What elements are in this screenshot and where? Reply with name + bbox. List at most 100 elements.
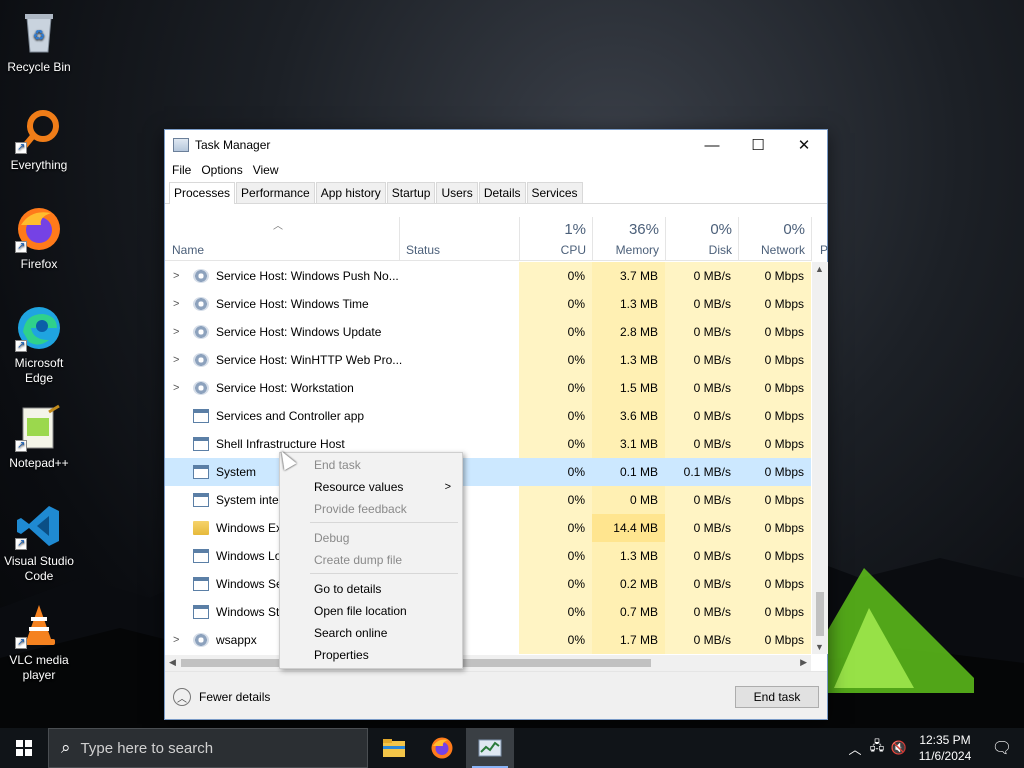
- taskbar: ⌕ Type here to search ︿ 🖧 🔇 12:35 PM 11/…: [0, 728, 1024, 768]
- process-name: wsappx: [216, 633, 257, 647]
- vertical-scroll-thumb[interactable]: [816, 592, 824, 636]
- column-header-status[interactable]: Status: [399, 217, 519, 261]
- title-bar[interactable]: Task Manager — ☐ ✕: [165, 130, 827, 160]
- fewer-details-toggle[interactable]: ︿ Fewer details: [173, 688, 270, 706]
- chevron-right-icon[interactable]: >: [173, 318, 179, 346]
- tab-details[interactable]: Details: [478, 182, 526, 203]
- table-row[interactable]: System 0% 0.1 MB 0.1 MB/s 0 Mbps: [165, 458, 811, 486]
- close-button[interactable]: ✕: [781, 130, 827, 160]
- table-row[interactable]: Windows Se 0% 0.2 MB 0 MB/s 0 Mbps: [165, 570, 811, 598]
- volume-muted-icon[interactable]: 🔇: [888, 740, 910, 756]
- context-menu-item-properties[interactable]: Properties: [281, 644, 461, 666]
- table-row[interactable]: Windows St 0% 0.7 MB 0 MB/s 0 Mbps: [165, 598, 811, 626]
- taskbar-file-explorer[interactable]: [370, 728, 418, 768]
- menu-file[interactable]: File: [167, 163, 196, 177]
- desktop-icon-firefox[interactable]: Firefox: [2, 205, 76, 272]
- maximize-button[interactable]: ☐: [735, 130, 781, 160]
- column-header-network[interactable]: 0% Network: [738, 217, 811, 261]
- service-gear-icon: [193, 325, 209, 339]
- taskbar-task-manager[interactable]: [466, 728, 514, 768]
- process-name-cell: > Service Host: Windows Push No...: [165, 262, 519, 290]
- chevron-right-icon[interactable]: >: [173, 290, 179, 318]
- process-name-cell: > Service Host: WinHTTP Web Pro...: [165, 346, 519, 374]
- taskbar-search-box[interactable]: ⌕ Type here to search: [48, 728, 368, 768]
- sort-up-icon: ︿: [273, 221, 283, 232]
- context-menu-item-go-to-details[interactable]: Go to details: [281, 578, 461, 600]
- process-name: Windows Se: [216, 577, 283, 591]
- table-row[interactable]: Windows Lo 0% 1.3 MB 0 MB/s 0 Mbps: [165, 542, 811, 570]
- disk-cell: 0 MB/s: [665, 570, 738, 598]
- horizontal-scrollbar[interactable]: ◀ ▶: [165, 655, 811, 671]
- scroll-left-icon[interactable]: ◀: [169, 657, 176, 668]
- column-header-cpu[interactable]: 1% CPU: [519, 217, 592, 261]
- desktop-icon-label: Recycle Bin: [7, 60, 71, 74]
- taskbar-clock[interactable]: 12:35 PM 11/6/2024: [910, 732, 980, 764]
- chevron-up-icon[interactable]: ︿: [844, 739, 866, 758]
- scroll-right-icon[interactable]: ▶: [800, 657, 807, 668]
- table-row[interactable]: > Service Host: WinHTTP Web Pro... 0% 1.3 M…: [165, 346, 811, 374]
- table-row[interactable]: > Service Host: Windows Push No... 0% 3.7 M…: [165, 262, 811, 290]
- disk-cell: 0 MB/s: [665, 290, 738, 318]
- taskbar-firefox[interactable]: [418, 728, 466, 768]
- recycle-bin-icon: ♻: [15, 8, 63, 56]
- scroll-down-icon[interactable]: ▼: [815, 642, 824, 652]
- column-header-disk[interactable]: 0% Disk: [665, 217, 738, 261]
- process-name: System: [216, 465, 257, 479]
- tab-performance[interactable]: Performance: [236, 182, 315, 203]
- start-button[interactable]: [0, 728, 48, 768]
- desktop-icon-notepadpp[interactable]: Notepad++: [2, 404, 76, 471]
- tab-app-history[interactable]: App history: [315, 182, 386, 203]
- table-row[interactable]: > Service Host: Windows Time 0% 1.3 MB 0 MB/…: [165, 290, 811, 318]
- cpu-cell: 0%: [519, 486, 592, 514]
- chevron-right-icon[interactable]: >: [173, 374, 179, 402]
- cpu-cell: 0%: [519, 626, 592, 654]
- notification-center-icon[interactable]: 🗨: [980, 738, 1024, 758]
- end-task-button[interactable]: End task: [735, 686, 819, 708]
- table-row[interactable]: Services and Controller app 0% 3.6 MB 0 MB/…: [165, 402, 811, 430]
- system-tray: ︿ 🖧 🔇 12:35 PM 11/6/2024 🗨: [844, 728, 1024, 768]
- context-menu-item-label: Search online: [314, 626, 388, 640]
- disk-cell: 0 MB/s: [665, 626, 738, 654]
- app-window-icon: [193, 549, 209, 563]
- context-menu-item-debug: Debug: [281, 527, 461, 549]
- chevron-right-icon[interactable]: >: [173, 346, 179, 374]
- desktop-icon-recycle-bin[interactable]: ♻ Recycle Bin: [2, 8, 76, 75]
- vertical-scrollbar[interactable]: ▲ ▼: [812, 262, 828, 654]
- disk-cell: 0.1 MB/s: [665, 458, 738, 486]
- chevron-right-icon[interactable]: >: [173, 626, 179, 654]
- desktop-icon-edge[interactable]: Microsoft Edge: [2, 304, 76, 386]
- table-row[interactable]: > Service Host: Workstation 0% 1.5 MB 0 MB/s…: [165, 374, 811, 402]
- scroll-up-icon[interactable]: ▲: [815, 264, 824, 274]
- table-row[interactable]: System inter 0% 0 MB 0 MB/s 0 Mbps: [165, 486, 811, 514]
- desktop-icon-everything[interactable]: Everything: [2, 106, 76, 173]
- task-manager-icon: [173, 138, 189, 152]
- table-row[interactable]: > Service Host: Windows Update 0% 2.8 MB 0 M…: [165, 318, 811, 346]
- window-title: Task Manager: [195, 138, 271, 152]
- table-row[interactable]: Shell Infrastructure Host 0% 3.1 MB 0 MB/s 0…: [165, 430, 811, 458]
- column-header-memory[interactable]: 36% Memory: [592, 217, 665, 261]
- chevron-right-icon[interactable]: >: [173, 262, 179, 290]
- tab-startup[interactable]: Startup: [386, 182, 436, 203]
- column-header-power-partial[interactable]: P: [811, 217, 828, 261]
- table-row[interactable]: Windows Ex 0% 14.4 MB 0 MB/s 0 Mbps: [165, 514, 811, 542]
- network-icon[interactable]: 🖧: [866, 737, 888, 759]
- menu-options[interactable]: Options: [196, 163, 247, 177]
- network-total-percent: 0%: [783, 221, 805, 238]
- tab-processes[interactable]: Processes: [169, 182, 236, 204]
- tab-services[interactable]: Services: [526, 182, 583, 203]
- context-menu-item-open-file-location[interactable]: Open file location: [281, 600, 461, 622]
- firefox-icon: [431, 737, 453, 759]
- menu-view[interactable]: View: [248, 163, 284, 177]
- table-row[interactable]: > wsappx 0% 1.7 MB 0 MB/s 0 Mbps: [165, 626, 811, 654]
- context-menu-item-search-online[interactable]: Search online: [281, 622, 461, 644]
- context-menu-item-resource-values[interactable]: Resource values >: [281, 476, 461, 498]
- desktop-icon-vscode[interactable]: Visual Studio Code: [2, 502, 76, 584]
- disk-cell: 0 MB/s: [665, 486, 738, 514]
- column-header-name[interactable]: ︿ Name: [165, 217, 399, 261]
- windows-logo-icon: [16, 740, 32, 756]
- tab-users[interactable]: Users: [436, 182, 478, 203]
- desktop-icon-vlc[interactable]: VLC media player: [2, 601, 76, 683]
- minimize-button[interactable]: —: [689, 130, 735, 160]
- network-cell: 0 Mbps: [738, 262, 811, 290]
- context-menu-separator: [310, 522, 458, 523]
